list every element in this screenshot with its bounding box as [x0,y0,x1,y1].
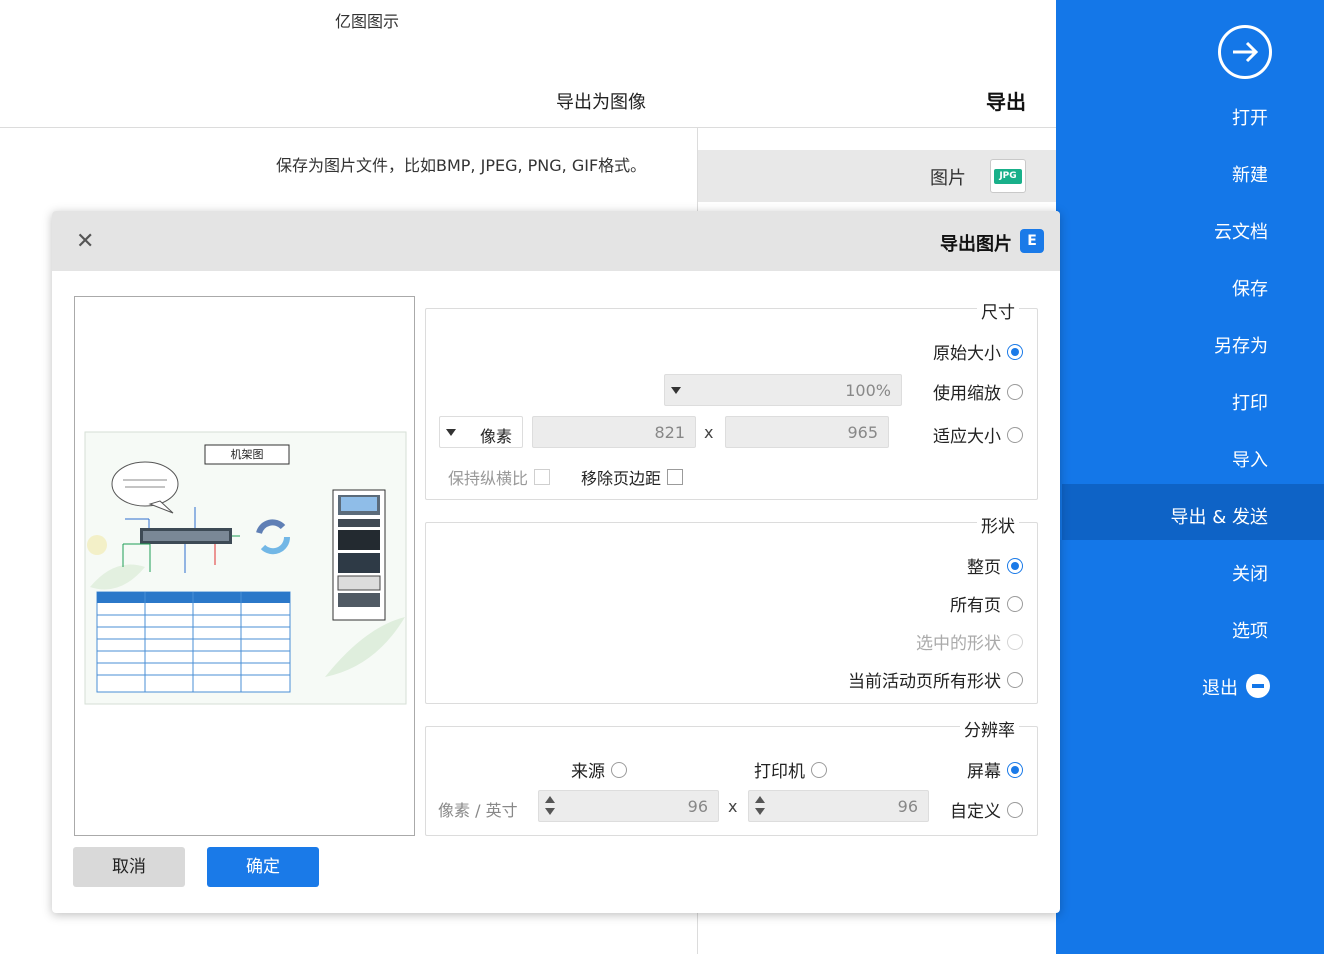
resolution-source-option[interactable]: 来源 [571,757,627,782]
sidebar-item-close[interactable]: 关闭 [1232,560,1268,586]
resolution-source-radio[interactable] [611,761,627,778]
resolution-times: x [728,797,738,816]
app-title: 亿图图示 [334,12,399,31]
preview-diagram: 机架图 [84,431,407,705]
dpi-x-value: 96 [897,797,918,816]
size-scale-option[interactable]: 使用缩放 [933,379,1023,404]
resolution-screen-option[interactable]: 屏幕 [967,757,1023,782]
format-description: 保存为图片文件，比如BMP, JPEG, PNG, GIF格式。 [276,156,647,175]
dpi-x-input[interactable]: 96 [748,790,929,822]
sidebar-item-quit[interactable]: 退出 [1202,674,1238,700]
size-original-option[interactable]: 原始大小 [933,339,1023,364]
category-image[interactable]: JPG 图片 [698,150,1056,202]
resolution-screen-label: 屏幕 [967,762,1001,782]
height-value: 821 [654,423,685,442]
resolution-group: 分辨率 屏幕 打印机 来源 自定义 96 x 96 像素 / 英寸 [425,716,1038,836]
shape-whole-page-option[interactable]: 整页 [967,553,1023,578]
export-image-dialog: ✕ 导出图片 E 机架图 尺寸 原始大小 使用缩放 100% 适应大小 965 … [52,211,1060,913]
unit-select[interactable]: 像素 [439,416,523,448]
sidebar-item-new[interactable]: 新建 [1232,161,1268,187]
resolution-printer-label: 打印机 [754,762,805,782]
resolution-unit: 像素 / 英寸 [438,801,518,820]
shape-current-page-option[interactable]: 当前活动页所有形状 [848,667,1023,692]
sidebar-item-open[interactable]: 打开 [1232,104,1268,130]
size-fit-option[interactable]: 适应大小 [933,422,1023,447]
shape-selected-option: 选中的形状 [916,629,1023,654]
dpi-y-input[interactable]: 96 [538,790,719,822]
header-row: 导出为图像 导出 [0,70,1056,128]
scale-select[interactable]: 100% [664,374,902,406]
sidebar-item-save[interactable]: 保存 [1232,275,1268,301]
stepper-icon[interactable] [545,795,555,817]
remove-margin-option[interactable]: 移除页边距 [581,465,684,489]
shape-selected-radio [1007,633,1023,650]
cancel-button[interactable]: 取消 [73,847,185,887]
resolution-source-label: 来源 [571,762,605,782]
export-preview: 机架图 [74,296,415,836]
dialog-header: ✕ 导出图片 E [52,211,1060,271]
size-fit-label: 适应大小 [933,427,1001,447]
size-group-title: 尺寸 [977,298,1019,323]
size-times: x [704,423,714,442]
sidebar-item-cloud[interactable]: 云文档 [1214,218,1268,244]
chevron-down-icon [671,387,681,394]
shape-group: 形状 整页 所有页 选中的形状 当前活动页所有形状 [425,512,1038,704]
stepper-icon[interactable] [755,795,765,817]
sidebar: 打开 新建 云文档 保存 另存为 打印 导入 导出 & 发送 关闭 选项 退出 [1056,0,1324,954]
resolution-printer-radio[interactable] [811,761,827,778]
remove-margin-checkbox[interactable] [667,469,684,485]
shape-selected-label: 选中的形状 [916,634,1001,654]
resolution-group-title: 分辨率 [960,716,1019,741]
ok-button[interactable]: 确定 [207,847,319,887]
remove-margin-label: 移除页边距 [581,469,662,488]
size-original-radio[interactable] [1007,343,1023,360]
back-arrow-icon[interactable] [1218,25,1272,79]
resolution-printer-option[interactable]: 打印机 [754,757,827,782]
resolution-custom-radio[interactable] [1007,801,1023,818]
dialog-title: 导出图片 [940,234,1012,255]
sidebar-item-export-send[interactable]: 导出 & 发送 [1171,503,1268,529]
chevron-down-icon [446,429,456,436]
width-value: 965 [847,423,878,442]
resolution-custom-label: 自定义 [950,802,1001,822]
edraw-logo-icon: E [1020,229,1044,253]
dpi-y-value: 96 [687,797,708,816]
size-original-label: 原始大小 [933,344,1001,364]
sidebar-item-import[interactable]: 导入 [1232,446,1268,472]
shape-all-pages-option[interactable]: 所有页 [950,591,1023,616]
unit-value: 像素 [479,427,512,446]
quit-icon [1246,674,1270,698]
shape-whole-page-label: 整页 [967,558,1001,578]
export-heading: 导出 [986,90,1026,114]
keep-ratio-checkbox [534,469,551,485]
width-input[interactable]: 965 [725,416,889,448]
shape-all-pages-radio[interactable] [1007,595,1023,612]
shape-current-page-label: 当前活动页所有形状 [848,672,1001,692]
rack-title: 机架图 [231,447,264,461]
category-image-label: 图片 [930,168,966,189]
close-icon[interactable]: ✕ [76,229,94,254]
resolution-screen-radio[interactable] [1007,761,1023,778]
sidebar-item-options[interactable]: 选项 [1232,617,1268,643]
sidebar-item-print[interactable]: 打印 [1232,389,1268,415]
jpg-badge: JPG [994,169,1022,184]
size-group: 尺寸 原始大小 使用缩放 100% 适应大小 965 x 821 像素 移除页边… [425,298,1038,500]
shape-whole-page-radio[interactable] [1007,557,1023,574]
export-image-heading: 导出为图像 [556,92,646,113]
size-scale-label: 使用缩放 [933,384,1001,404]
shape-all-pages-label: 所有页 [950,596,1001,616]
keep-ratio-option: 保持纵横比 [448,465,551,489]
size-fit-radio[interactable] [1007,426,1023,443]
keep-ratio-label: 保持纵横比 [448,469,529,488]
sidebar-item-save-as[interactable]: 另存为 [1214,332,1268,358]
height-input[interactable]: 821 [532,416,696,448]
resolution-custom-option[interactable]: 自定义 [950,797,1023,822]
size-scale-radio[interactable] [1007,383,1023,400]
scale-value: 100% [845,381,891,400]
shape-group-title: 形状 [977,512,1019,537]
shape-current-page-radio[interactable] [1007,671,1023,688]
jpg-file-icon: JPG [990,159,1026,193]
